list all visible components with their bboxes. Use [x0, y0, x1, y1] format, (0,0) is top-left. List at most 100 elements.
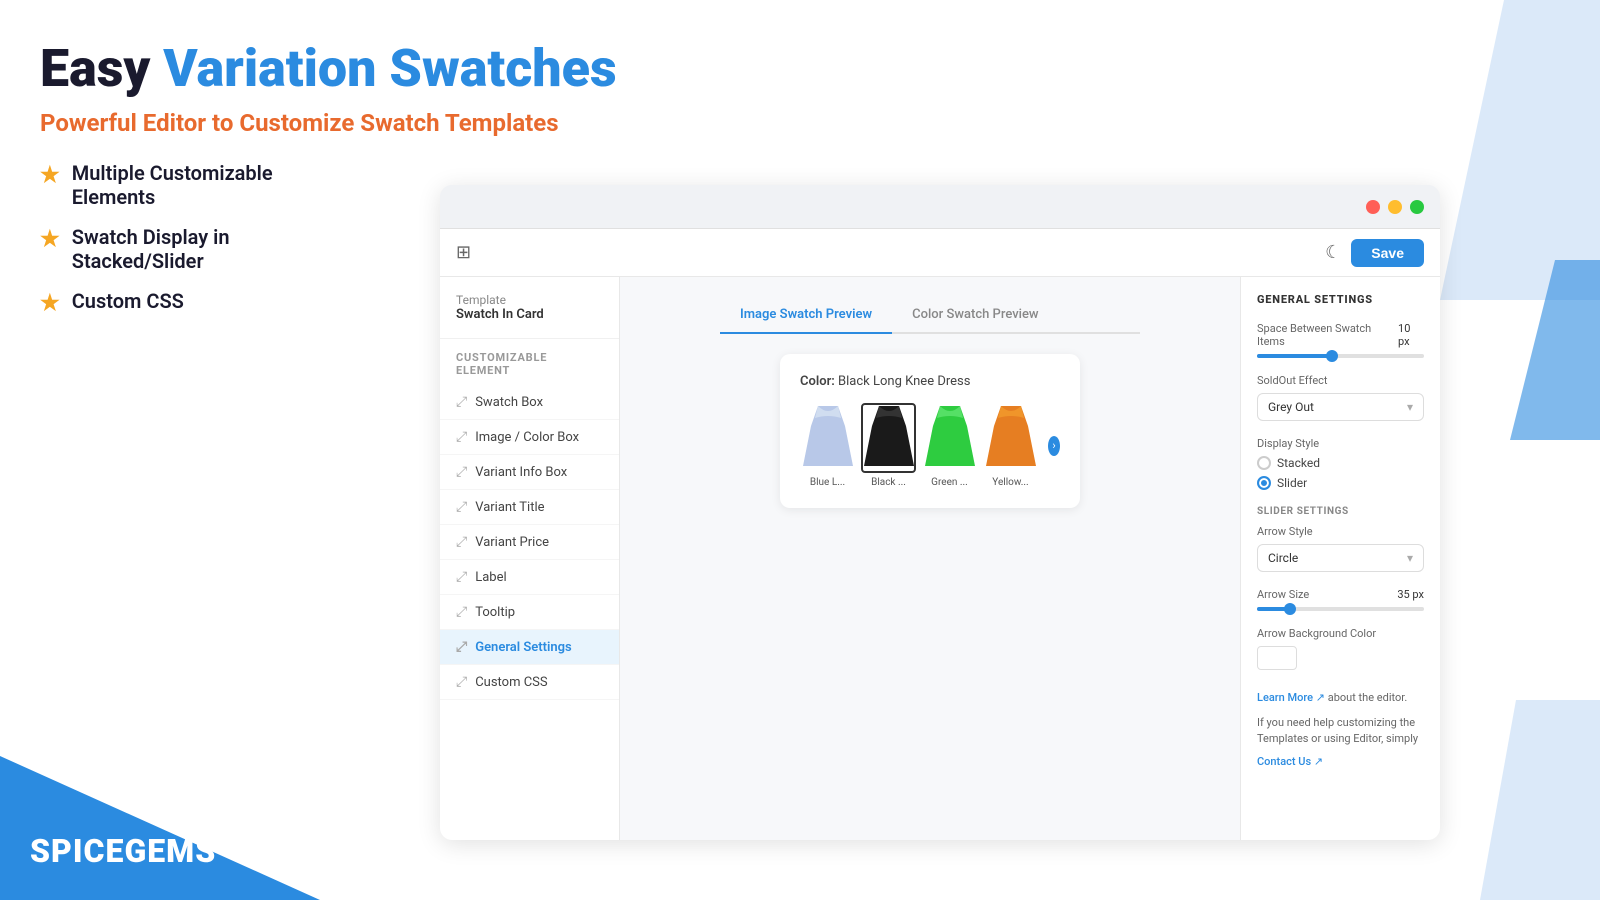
arrow-size-slider-track[interactable] [1257, 607, 1424, 611]
arrow-size-text: Arrow Size [1257, 588, 1309, 601]
arrow-style-select[interactable]: Circle ▾ [1257, 544, 1424, 572]
customizable-section: CUSTOMIZABLE ELEMENT ⤢ Swatch Box ⤢ Imag… [440, 351, 619, 700]
help-text: If you need help customizing the Templat… [1257, 715, 1424, 748]
expand-icon-9: ⤢ [456, 674, 467, 690]
swatches-row: Blue L... Black ... [800, 403, 1060, 488]
dot-red[interactable] [1366, 200, 1380, 214]
swatch-label-green: Green ... [931, 477, 968, 488]
panel-title: GENERAL SETTINGS [1257, 293, 1424, 306]
radio-slider[interactable]: Slider [1257, 476, 1424, 490]
tab-image-swatch[interactable]: Image Swatch Preview [720, 297, 892, 334]
radio-stacked[interactable]: Stacked [1257, 456, 1424, 470]
window-dots [1366, 200, 1424, 214]
toolbar-left: ⊞ [456, 242, 471, 263]
soldout-select[interactable]: Grey Out ▾ [1257, 393, 1424, 421]
main-title: Easy Variation Swatches [40, 40, 1560, 97]
sidebar-label-variant-title: Variant Title [475, 500, 544, 515]
sidebar-item-variant-info-box[interactable]: ⤢ Variant Info Box [440, 455, 619, 490]
learn-more-suffix: about the editor. [1328, 691, 1408, 704]
radio-label-stacked: Stacked [1277, 456, 1320, 470]
window-titlebar [440, 185, 1440, 229]
title-plain: Easy [40, 38, 163, 99]
save-button[interactable]: Save [1351, 239, 1424, 267]
arrow-bg-color-input[interactable] [1257, 646, 1297, 670]
swatch-img-green [922, 403, 977, 473]
menu-icon[interactable]: ⊞ [456, 242, 471, 263]
next-arrow[interactable]: › [1048, 436, 1060, 456]
swatch-label-blue: Blue L... [810, 477, 845, 488]
expand-icon-4: ⤢ [456, 499, 467, 515]
theme-toggle-icon[interactable]: ☾ [1325, 242, 1341, 263]
swatch-green[interactable]: Green ... [922, 403, 977, 488]
title-blue: Variation Swatches [163, 38, 616, 99]
setting-arrow-style: Arrow Style Circle ▾ [1257, 525, 1424, 572]
sidebar-item-image-color-box[interactable]: ⤢ Image / Color Box [440, 420, 619, 455]
editor-content: Template Swatch In Card CUSTOMIZABLE ELE… [440, 277, 1440, 840]
brand-name: SPICEGEMS [30, 832, 216, 870]
arrow-size-value: 35 px [1397, 588, 1424, 601]
learn-more-link[interactable]: Learn More ↗ [1257, 691, 1325, 704]
display-style-radio-group: Stacked Slider [1257, 456, 1424, 490]
radio-circle-stacked[interactable] [1257, 456, 1271, 470]
sidebar-item-general-settings[interactable]: ⤢ General Settings [440, 630, 619, 665]
sidebar-label-custom-css: Custom CSS [475, 675, 547, 690]
soldout-text: SoldOut Effect [1257, 374, 1328, 387]
space-slider-thumb[interactable] [1326, 350, 1338, 362]
sidebar-label-general-settings: General Settings [475, 640, 572, 655]
arrow-style-text: Arrow Style [1257, 525, 1313, 538]
star-icon-2: ★ [40, 227, 60, 252]
dot-green[interactable] [1410, 200, 1424, 214]
deco-bottom [1480, 700, 1600, 900]
arrow-style-value: Circle [1268, 551, 1298, 565]
star-icon-3: ★ [40, 291, 60, 316]
radio-circle-slider[interactable] [1257, 476, 1271, 490]
preview-tabs: Image Swatch Preview Color Swatch Previe… [720, 297, 1140, 334]
editor-container: ⊞ ☾ Save Template Swatch In Card CUSTOMI… [440, 185, 1440, 840]
setting-display-style: Display Style Stacked Slider [1257, 437, 1424, 490]
expand-icon-5: ⤢ [456, 534, 467, 550]
center-preview: Image Swatch Preview Color Swatch Previe… [620, 277, 1240, 840]
setting-soldout: SoldOut Effect Grey Out ▾ [1257, 374, 1424, 421]
sidebar-item-variant-price[interactable]: ⤢ Variant Price [440, 525, 619, 560]
radio-label-slider: Slider [1277, 476, 1307, 490]
learn-more-text: Learn More ↗ about the editor. [1257, 690, 1424, 707]
sidebar-label-image-color: Image / Color Box [475, 430, 579, 445]
arrow-size-slider-thumb[interactable] [1284, 603, 1296, 615]
sidebar-item-swatch-box[interactable]: ⤢ Swatch Box [440, 385, 619, 420]
color-label: Color: Black Long Knee Dress [800, 374, 1060, 389]
sidebar-item-tooltip[interactable]: ⤢ Tooltip [440, 595, 619, 630]
sidebar-item-custom-css[interactable]: ⤢ Custom CSS [440, 665, 619, 700]
display-style-text: Display Style [1257, 437, 1319, 450]
expand-icon-3: ⤢ [456, 464, 467, 480]
swatch-label-orange: Yellow... [992, 477, 1028, 488]
space-between-label: Space Between Swatch Items 10 px [1257, 322, 1424, 348]
panel-footer: Learn More ↗ about the editor. If you ne… [1257, 690, 1424, 770]
swatch-blue[interactable]: Blue L... [800, 403, 855, 488]
expand-icon-2: ⤢ [456, 429, 467, 445]
sidebar-item-label[interactable]: ⤢ Label [440, 560, 619, 595]
preview-card: Color: Black Long Knee Dress Blue L... [780, 354, 1080, 508]
sidebar-label-tooltip: Tooltip [475, 605, 515, 620]
swatch-black[interactable]: Black ... [861, 403, 916, 488]
tab-color-swatch[interactable]: Color Swatch Preview [892, 297, 1059, 334]
dot-yellow[interactable] [1388, 200, 1402, 214]
slider-settings-label: SLIDER SETTINGS [1257, 506, 1424, 517]
toolbar: ⊞ ☾ Save [440, 229, 1440, 277]
star-icon-1: ★ [40, 163, 60, 188]
sidebar-label-label: Label [475, 570, 506, 585]
space-slider-track[interactable] [1257, 354, 1424, 358]
contact-us-link[interactable]: Contact Us ↗ [1257, 754, 1424, 771]
swatch-orange[interactable]: Yellow... [983, 403, 1038, 488]
select-arrow-soldout: ▾ [1407, 400, 1413, 414]
expand-icon: ⤢ [456, 394, 467, 410]
display-style-label: Display Style [1257, 437, 1424, 450]
sidebar-label-variant-price: Variant Price [475, 535, 549, 550]
sidebar-item-variant-title[interactable]: ⤢ Variant Title [440, 490, 619, 525]
soldout-value: Grey Out [1268, 400, 1314, 414]
expand-icon-6: ⤢ [456, 569, 467, 585]
arrow-bg-color-label: Arrow Background Color [1257, 627, 1424, 640]
space-between-text: Space Between Swatch Items [1257, 322, 1398, 348]
dress-svg-black [864, 406, 914, 471]
setting-arrow-size: Arrow Size 35 px [1257, 588, 1424, 611]
arrow-bg-color-text: Arrow Background Color [1257, 627, 1376, 640]
